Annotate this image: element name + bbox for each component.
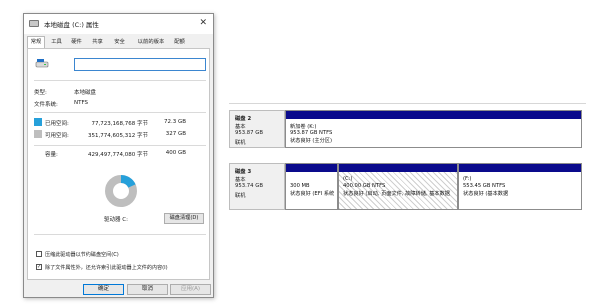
partition-size: 953.87 GB NTFS <box>290 130 333 136</box>
disk-type: 基本 <box>235 124 246 130</box>
free-space-label: 可用空间: <box>45 133 69 139</box>
partition-c[interactable]: (C:) 400.00 GB NTFS 状态良好 (启动, 页面文件, 故障转储… <box>338 163 458 210</box>
partition-k[interactable]: 新加卷 (K:) 953.87 GB NTFS 状态良好 (主分区) <box>285 110 582 148</box>
partition-status: 状态良好 (基本数据 <box>463 191 509 197</box>
partition-bar <box>339 164 457 172</box>
type-value: 本地磁盘 <box>74 90 97 96</box>
disk-status: 联机 <box>235 193 246 199</box>
ok-button[interactable]: 确定 <box>83 284 124 295</box>
capacity-bytes: 429,497,774,080 字节 <box>88 152 148 158</box>
partition-status: 状态良好 (主分区) <box>290 138 333 144</box>
disk-name: 磁盘 3 <box>235 169 252 175</box>
used-space-bytes: 77,723,168,768 字节 <box>91 121 149 127</box>
tab-previous-versions[interactable]: 以前的版本 <box>133 37 169 48</box>
used-space-size: 72.3 GB <box>163 119 186 125</box>
tab-general[interactable]: 常规 <box>27 36 45 48</box>
cancel-button[interactable]: 取消 <box>127 284 168 295</box>
tab-tools[interactable]: 工具 <box>48 37 65 48</box>
disk-3-label[interactable]: 磁盘 3 基本 953.74 GB 联机 <box>229 163 285 210</box>
partition-title: (C:) <box>343 176 353 182</box>
apply-button[interactable]: 应用(A) <box>170 284 211 295</box>
hard-drive-icon <box>35 59 49 68</box>
partition-efi[interactable]: 300 MB 状态良好 (EFI 系统 <box>285 163 338 210</box>
tab-quota[interactable]: 配额 <box>171 37 188 48</box>
divider <box>34 112 206 113</box>
disk-size: 953.74 GB <box>235 183 263 189</box>
partition-size: 400.00 GB NTFS <box>343 183 386 189</box>
disk-size: 953.87 GB <box>235 130 263 136</box>
compress-checkbox[interactable] <box>36 251 42 257</box>
capacity-label: 容量: <box>45 152 58 158</box>
drive-properties-dialog: 本地磁盘 (C:) 属性 ✕ 常规 工具 硬件 共享 安全 以前的版本 配额 类… <box>23 13 214 298</box>
partition-size: 300 MB <box>290 183 310 189</box>
used-space-swatch <box>34 118 42 126</box>
free-space-bytes: 351,774,605,312 字节 <box>88 133 148 139</box>
disk-type: 基本 <box>235 177 246 183</box>
disk-2-label[interactable]: 磁盘 2 基本 953.87 GB 联机 <box>229 110 285 148</box>
filesystem-value: NTFS <box>74 100 89 106</box>
close-icon[interactable]: ✕ <box>199 17 207 29</box>
capacity-size: 400 GB <box>165 150 186 156</box>
disk-name: 磁盘 2 <box>235 116 252 122</box>
used-space-label: 已用空间: <box>45 121 69 127</box>
filesystem-label: 文件系统: <box>34 102 58 108</box>
general-panel: 类型: 本地磁盘 文件系统: NTFS 已用空间: 77,723,168,768… <box>27 48 210 280</box>
partition-title: 新加卷 (K:) <box>290 124 317 130</box>
partition-status: 状态良好 (EFI 系统 <box>290 191 335 197</box>
partition-title: (F:) <box>463 176 472 182</box>
partition-status: 状态良好 (启动, 页面文件, 故障转储, 基本数据 <box>343 191 450 197</box>
drive-icon <box>29 20 39 27</box>
tab-sharing[interactable]: 共享 <box>89 37 106 48</box>
partition-size: 553.45 GB NTFS <box>463 183 506 189</box>
disk-cleanup-button[interactable]: 磁盘清理(D) <box>164 213 204 224</box>
partition-bar <box>286 111 581 119</box>
drive-letter-label: 驱动器 C: <box>104 217 128 223</box>
divider <box>34 234 206 235</box>
partition-bar <box>459 164 581 172</box>
tab-security[interactable]: 安全 <box>111 37 128 48</box>
compress-label: 压缩此驱动器以节约磁盘空间(C) <box>45 252 119 258</box>
divider <box>34 80 206 81</box>
disk-status: 联机 <box>235 140 246 146</box>
divider <box>34 145 206 146</box>
dialog-title: 本地磁盘 (C:) 属性 <box>44 21 99 29</box>
index-checkbox[interactable]: ✓ <box>36 264 42 270</box>
index-label: 除了文件属性外，还允许索引此驱动器上文件的内容(I) <box>45 265 168 271</box>
partition-f[interactable]: (F:) 553.45 GB NTFS 状态良好 (基本数据 <box>458 163 582 210</box>
partition-bar <box>286 164 337 172</box>
usage-donut-chart <box>105 175 137 207</box>
free-space-size: 327 GB <box>165 131 186 137</box>
free-space-swatch <box>34 130 42 138</box>
type-label: 类型: <box>34 90 47 96</box>
title-bar: 本地磁盘 (C:) 属性 ✕ <box>24 14 213 34</box>
drive-name-input[interactable] <box>74 58 206 71</box>
tab-hardware[interactable]: 硬件 <box>68 37 85 48</box>
